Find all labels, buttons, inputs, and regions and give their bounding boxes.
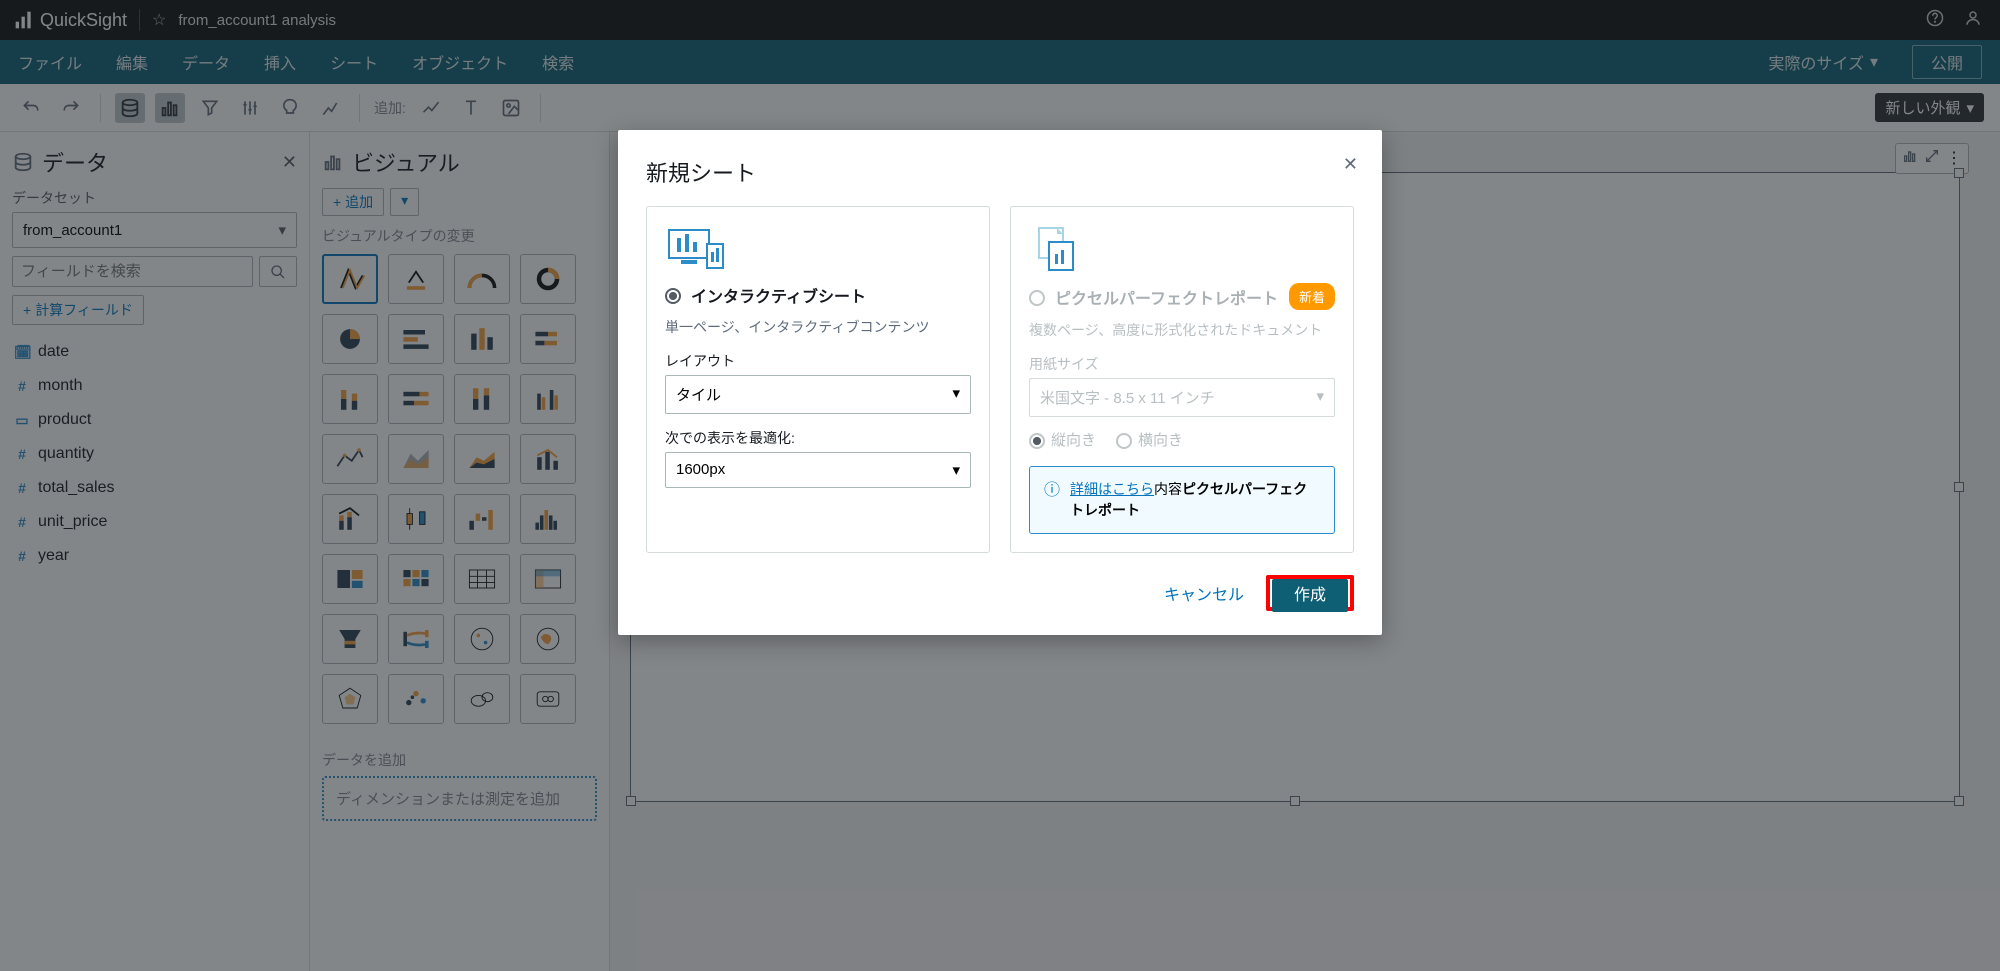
interactive-sheet-option[interactable]: インタラクティブシート 単一ページ、インタラクティブコンテンツ レイアウト タイ…	[646, 206, 990, 553]
info-link[interactable]: 詳細はこちら	[1070, 481, 1154, 497]
new-sheet-modal: 新規シート ✕ インタラクティブシート 単一ページ、インタラクティブコンテンツ …	[618, 130, 1382, 635]
paper-size-label: 用紙サイズ	[1029, 354, 1335, 374]
interactive-sheet-icon	[665, 223, 971, 273]
layout-value: タイル	[676, 384, 721, 405]
new-badge: 新着	[1289, 283, 1335, 310]
info-icon: ⓘ	[1044, 479, 1060, 521]
interactive-desc: 単一ページ、インタラクティブコンテンツ	[665, 317, 971, 337]
pixel-perfect-icon	[1029, 223, 1335, 273]
cancel-button[interactable]: キャンセル	[1160, 573, 1248, 613]
info-text-mid: 内容	[1154, 481, 1182, 497]
pixel-perfect-label: ピクセルパーフェクトレポート	[1055, 285, 1278, 309]
optimize-dropdown[interactable]: 1600px ▾	[665, 452, 971, 488]
radio-landscape	[1116, 433, 1132, 449]
radio-pixel-perfect[interactable]	[1029, 290, 1045, 306]
modal-close-icon[interactable]: ✕	[1343, 154, 1358, 175]
orient-portrait-label: 縦向き	[1051, 429, 1096, 450]
paper-size-dropdown: 米国文字 - 8.5 x 11 インチ ▾	[1029, 378, 1335, 417]
pixel-perfect-option[interactable]: ピクセルパーフェクトレポート 新着 複数ページ、高度に形式化されたドキュメント …	[1010, 206, 1354, 553]
layout-label: レイアウト	[665, 351, 971, 371]
orient-landscape-label: 横向き	[1138, 429, 1183, 450]
layout-dropdown[interactable]: タイル ▾	[665, 375, 971, 414]
radio-portrait	[1029, 433, 1045, 449]
optimize-label: 次での表示を最適化:	[665, 428, 971, 448]
modal-title: 新規シート	[646, 156, 1354, 188]
radio-interactive[interactable]	[665, 288, 681, 304]
paper-size-value: 米国文字 - 8.5 x 11 インチ	[1040, 387, 1215, 408]
pixel-perfect-desc: 複数ページ、高度に形式化されたドキュメント	[1029, 320, 1335, 340]
interactive-label: インタラクティブシート	[691, 283, 866, 307]
create-button[interactable]: 作成	[1272, 579, 1348, 612]
optimize-value: 1600px	[676, 461, 725, 479]
info-box: ⓘ 詳細はこちら内容ピクセルパーフェクトレポート	[1029, 466, 1335, 534]
create-button-highlight: 作成	[1266, 575, 1354, 611]
